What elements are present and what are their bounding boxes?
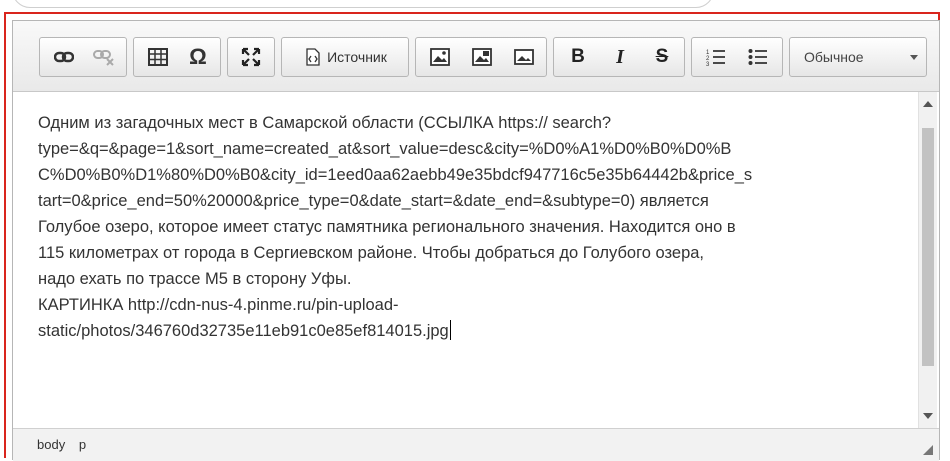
- text-caret: [449, 320, 451, 340]
- text-line: C%D0%B0%D1%80%D0%B0&city_id=1eed0aa62aeb…: [38, 166, 753, 184]
- text-line: 115 километрах от города в Сергиевском р…: [38, 244, 705, 262]
- svg-text:3: 3: [706, 62, 710, 66]
- special-char-icon[interactable]: Ω: [180, 42, 216, 72]
- numbered-list-icon[interactable]: 123: [698, 42, 734, 72]
- bold-icon[interactable]: B: [560, 42, 596, 72]
- strike-glyph: S: [655, 46, 669, 67]
- rich-text-editor: Ω Источник B I S 1 2 3 Обычное Одним из …: [12, 20, 940, 461]
- bold-glyph: B: [571, 46, 585, 67]
- resize-handle-icon[interactable]: [923, 445, 933, 455]
- text-line-last: static/photos/346760d32735e11eb91c0e85ef…: [38, 318, 898, 344]
- editor-paragraph[interactable]: Одним из загадочных мест в Самарской обл…: [38, 110, 898, 344]
- table-icon[interactable]: [140, 42, 176, 72]
- strike-icon[interactable]: S: [644, 42, 680, 72]
- image3-icon[interactable]: [506, 42, 542, 72]
- source-icon: [306, 48, 320, 66]
- path-item-p[interactable]: p: [79, 437, 86, 452]
- format-select-value: Обычное: [804, 49, 864, 65]
- path-item-body[interactable]: body: [37, 437, 65, 452]
- text-line: type=&q=&page=1&sort_name=created_at&sor…: [38, 140, 732, 158]
- chevron-down-icon: [910, 55, 918, 60]
- italic-glyph: I: [616, 45, 624, 68]
- unlink-icon[interactable]: [86, 42, 122, 72]
- omega-glyph: Ω: [189, 44, 207, 69]
- scroll-up-arrow-icon[interactable]: [923, 101, 933, 107]
- source-group: Источник: [281, 37, 409, 77]
- link-icon[interactable]: [46, 42, 82, 72]
- link-group: [39, 37, 127, 77]
- top-edge: [0, 0, 950, 8]
- italic-icon[interactable]: I: [602, 42, 638, 72]
- text-line: tart=0&price_end=50%20000&price_type=0&d…: [38, 192, 709, 210]
- editor-toolbar: Ω Источник B I S 1 2 3 Обычное: [13, 21, 939, 92]
- text-line-last-content: static/photos/346760d32735e11eb91c0e85ef…: [38, 322, 449, 340]
- editor-statusbar: body p: [13, 428, 939, 461]
- partial-input-above: [12, 0, 714, 8]
- insert-group: Ω: [133, 37, 221, 77]
- view-group: [227, 37, 275, 77]
- text-line: Голубое озеро, которое имеет статус памя…: [38, 218, 736, 236]
- list-group: 123: [691, 37, 783, 77]
- vertical-scrollbar[interactable]: [918, 92, 937, 428]
- image-group: [415, 37, 547, 77]
- bulleted-list-icon[interactable]: [740, 42, 776, 72]
- basic-style-group: B I S: [553, 37, 685, 77]
- scroll-down-arrow-icon[interactable]: [923, 413, 933, 419]
- source-label: Источник: [327, 49, 387, 65]
- image-icon[interactable]: [422, 42, 458, 72]
- source-button[interactable]: Источник: [288, 42, 404, 72]
- maximize-icon[interactable]: [233, 42, 269, 72]
- format-select[interactable]: Обычное: [789, 37, 927, 77]
- scrollbar-thumb[interactable]: [922, 128, 934, 366]
- text-line: надо ехать по трассе М5 в сторону Уфы.: [38, 270, 352, 288]
- element-path: body p: [37, 437, 96, 452]
- editor-content-area[interactable]: Одним из загадочных мест в Самарской обл…: [13, 92, 919, 428]
- text-line: КАРТИНКА http://cdn-nus-4.pinme.ru/pin-u…: [38, 296, 399, 314]
- image2-icon[interactable]: [464, 42, 500, 72]
- text-line: Одним из загадочных мест в Самарской обл…: [38, 114, 612, 132]
